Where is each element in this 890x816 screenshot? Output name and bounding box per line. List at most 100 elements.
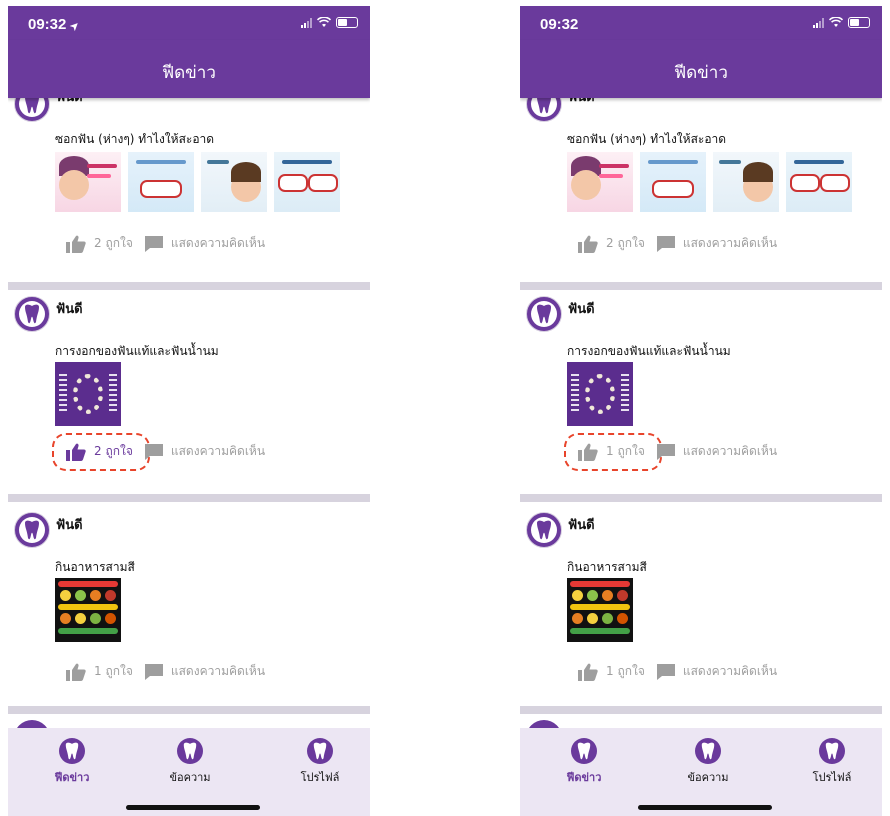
home-indicator[interactable] bbox=[126, 805, 260, 810]
tab-feed[interactable]: ฟีดข่าว bbox=[32, 738, 112, 786]
author-avatar[interactable] bbox=[14, 98, 50, 122]
comment-label: แสดงความคิดเห็น bbox=[682, 444, 778, 458]
tooth-icon bbox=[307, 738, 333, 764]
post-images bbox=[55, 578, 121, 642]
comment-icon bbox=[656, 443, 675, 460]
like-count: 2 ถูกใจ bbox=[94, 236, 133, 250]
author-avatar[interactable] bbox=[526, 296, 562, 332]
page-title: ฟีดข่าว bbox=[162, 63, 216, 83]
tab-label: โปรไฟล์ bbox=[300, 771, 340, 784]
thumbs-up-icon bbox=[66, 663, 86, 681]
like-button[interactable]: 1 ถูกใจ bbox=[578, 442, 645, 461]
author-name[interactable]: ฟันดี bbox=[56, 514, 83, 535]
tab-messages[interactable]: ข้อความ bbox=[150, 738, 230, 786]
tab-label: ข้อความ bbox=[169, 771, 211, 784]
post-actions: 2 ถูกใจ แสดงความคิดเห็น bbox=[66, 234, 265, 253]
feed-post: ฟันดี ซอกฟัน (ห่างๆ) ทำไงให้สะอาด 2 ถูกใ… bbox=[520, 98, 882, 282]
author-avatar[interactable] bbox=[526, 720, 562, 728]
tab-profile[interactable]: โปรไฟล์ bbox=[792, 738, 872, 786]
author-name[interactable]: ฟันดี bbox=[568, 98, 595, 107]
post-caption: ซอกฟัน (ห่างๆ) ทำไงให้สะอาด bbox=[567, 132, 727, 146]
post-image[interactable] bbox=[55, 362, 121, 426]
author-avatar[interactable] bbox=[14, 296, 50, 332]
comment-button[interactable]: แสดงความคิดเห็น bbox=[656, 234, 778, 253]
feed-post: ฟันดี การงอกของฟันแท้และฟันน้ำนม 2 ถูกใจ… bbox=[8, 290, 370, 494]
post-image[interactable] bbox=[55, 578, 121, 642]
battery-icon bbox=[848, 17, 870, 28]
tab-feed[interactable]: ฟีดข่าว bbox=[544, 738, 624, 786]
nav-bar: ฟีดข่าว bbox=[8, 40, 370, 98]
phone-screen-after: 09:32 ฟีดข่าว ฟันดี ซอกฟัน (ห่างๆ) ทำไงใ… bbox=[520, 6, 882, 816]
author-avatar[interactable] bbox=[14, 512, 50, 548]
author-avatar[interactable] bbox=[526, 98, 562, 122]
feed-post: ฟันดี กินอาหารสามสี 1 ถูกใจ แสดงความคิดเ… bbox=[8, 502, 370, 706]
thumbs-up-icon bbox=[66, 443, 86, 461]
tab-label: โปรไฟล์ bbox=[812, 771, 852, 784]
author-avatar[interactable] bbox=[14, 720, 50, 728]
tab-messages[interactable]: ข้อความ bbox=[668, 738, 748, 786]
comment-button[interactable]: แสดงความคิดเห็น bbox=[144, 234, 266, 253]
post-image[interactable] bbox=[713, 152, 779, 212]
author-name[interactable]: ฟันดี bbox=[56, 298, 83, 319]
post-actions: 2 ถูกใจ แสดงความคิดเห็น bbox=[578, 234, 777, 253]
post-images bbox=[567, 362, 633, 426]
thumbs-up-icon bbox=[578, 235, 598, 253]
nav-bar: ฟีดข่าว bbox=[520, 40, 882, 98]
bottom-tab-bar: ฟีดข่าว ข้อความ โปรไฟล์ bbox=[8, 728, 370, 816]
post-image[interactable] bbox=[274, 152, 340, 212]
wifi-icon bbox=[829, 17, 843, 27]
comment-label: แสดงความคิดเห็น bbox=[170, 236, 266, 250]
post-image[interactable] bbox=[567, 152, 633, 212]
tab-label: ข้อความ bbox=[687, 771, 729, 784]
battery-icon bbox=[336, 17, 358, 28]
like-count: 2 ถูกใจ bbox=[606, 236, 645, 250]
comment-icon bbox=[144, 663, 163, 680]
tooth-icon bbox=[537, 304, 551, 324]
comment-label: แสดงความคิดเห็น bbox=[170, 664, 266, 678]
page-title: ฟีดข่าว bbox=[674, 63, 728, 83]
comment-label: แสดงความคิดเห็น bbox=[682, 236, 778, 250]
phone-screen-before: 09:32 ➤ ฟีดข่าว ฟันดี ซอกฟัน (ห่างๆ) ทำไ… bbox=[8, 6, 370, 816]
comment-button[interactable]: แสดงความคิดเห็น bbox=[144, 442, 265, 461]
tooth-icon bbox=[25, 304, 39, 324]
author-name[interactable]: ฟันดี bbox=[56, 98, 83, 107]
post-image[interactable] bbox=[786, 152, 852, 212]
post-actions: 1 ถูกใจ แสดงความคิดเห็น bbox=[66, 662, 265, 681]
author-name[interactable]: ฟันดี bbox=[568, 514, 595, 535]
post-image[interactable] bbox=[128, 152, 194, 212]
like-button[interactable]: 2 ถูกใจ bbox=[66, 442, 133, 461]
author-name[interactable]: ฟันดี bbox=[568, 298, 595, 319]
like-count: 1 ถูกใจ bbox=[606, 444, 645, 458]
comment-icon bbox=[656, 663, 675, 680]
tab-profile[interactable]: โปรไฟล์ bbox=[280, 738, 360, 786]
feed-post: ฟันดี การงอกของฟันแท้และฟันน้ำนม 1 ถูกใจ… bbox=[520, 290, 882, 494]
post-image[interactable] bbox=[567, 578, 633, 642]
like-button[interactable]: 2 ถูกใจ bbox=[578, 234, 645, 253]
comment-icon bbox=[144, 235, 163, 252]
post-caption: การงอกของฟันแท้และฟันน้ำนม bbox=[567, 344, 731, 358]
news-feed[interactable]: ฟันดี ซอกฟัน (ห่างๆ) ทำไงให้สะอาด 2 ถูกใ… bbox=[520, 98, 882, 728]
like-button[interactable]: 2 ถูกใจ bbox=[66, 234, 133, 253]
comment-button[interactable]: แสดงความคิดเห็น bbox=[144, 662, 266, 681]
home-indicator[interactable] bbox=[638, 805, 772, 810]
location-arrow-icon: ➤ bbox=[67, 19, 82, 34]
bottom-tab-bar: ฟีดข่าว ข้อความ โปรไฟล์ bbox=[520, 728, 882, 816]
post-separator bbox=[520, 282, 882, 290]
post-image[interactable] bbox=[55, 152, 121, 212]
comment-button[interactable]: แสดงความคิดเห็น bbox=[656, 442, 778, 461]
post-separator bbox=[520, 706, 882, 714]
tooth-icon bbox=[537, 520, 551, 540]
author-avatar[interactable] bbox=[526, 512, 562, 548]
comment-button[interactable]: แสดงความคิดเห็น bbox=[656, 662, 777, 681]
like-count: 1 ถูกใจ bbox=[606, 664, 645, 678]
like-button[interactable]: 1 ถูกใจ bbox=[66, 662, 133, 681]
post-image[interactable] bbox=[640, 152, 706, 212]
news-feed[interactable]: ฟันดี ซอกฟัน (ห่างๆ) ทำไงให้สะอาด 2 ถูกใ… bbox=[8, 98, 370, 728]
status-icons bbox=[301, 17, 358, 28]
post-image[interactable] bbox=[567, 362, 633, 426]
like-count: 2 ถูกใจ bbox=[94, 444, 133, 458]
post-image[interactable] bbox=[201, 152, 267, 212]
thumbs-up-icon bbox=[578, 663, 598, 681]
post-separator bbox=[8, 282, 370, 290]
like-button[interactable]: 1 ถูกใจ bbox=[578, 662, 645, 681]
